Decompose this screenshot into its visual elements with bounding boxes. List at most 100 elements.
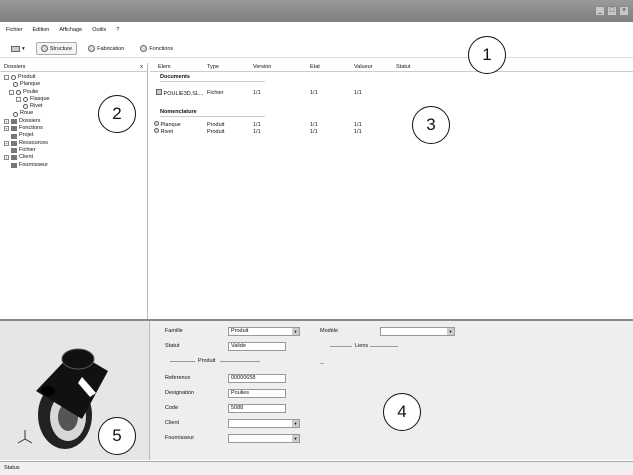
tree-item[interactable]: Projet <box>4 132 147 139</box>
expand-icon[interactable]: + <box>4 126 9 132</box>
fabrication-button[interactable]: Fabrication <box>83 42 129 55</box>
document-icon <box>156 88 162 95</box>
menu-help[interactable]: ? <box>116 27 119 33</box>
fabrication-label: Fabrication <box>97 45 125 52</box>
table-cell: 1/1 <box>253 128 261 135</box>
table-cell: 1/1 <box>253 121 261 128</box>
table-row[interactable]: POULIE3D.SL... Fichier 1/1 1/1 1/1 <box>150 88 633 97</box>
structure-button[interactable]: Structure <box>35 42 78 55</box>
menu-edition[interactable]: Edition <box>33 27 50 33</box>
tree-label: Flasque <box>30 95 50 102</box>
close-button[interactable]: × <box>619 6 629 16</box>
menu-fichier[interactable]: Fichier <box>6 27 23 33</box>
part-icon <box>23 97 28 103</box>
tree-label: Poulie <box>23 88 39 95</box>
tree-item[interactable]: Fichier <box>4 147 147 154</box>
window-controls: _ □ × <box>595 6 629 16</box>
close-pane-icon[interactable]: x <box>140 64 143 70</box>
designation-field[interactable]: Poulies <box>228 389 286 398</box>
axis-triad-icon <box>17 430 33 444</box>
collapse-icon[interactable]: - <box>9 89 14 95</box>
tree-item[interactable]: + Ressources <box>4 140 147 147</box>
expand-icon[interactable]: + <box>4 140 9 146</box>
callout-marker: 1 <box>468 36 506 74</box>
table-cell: Rivet <box>150 128 207 135</box>
tree-item[interactable]: Planque <box>4 81 147 88</box>
tree-label: Produit <box>18 74 36 80</box>
title-bar: _ □ × <box>0 0 633 22</box>
chevron-down-icon: ▼ <box>292 328 299 335</box>
cell-text: POULIE3D.SL... <box>163 90 204 97</box>
callout-marker: 2 <box>98 95 136 133</box>
modele-select[interactable]: ▼ <box>380 327 455 336</box>
folder-icon <box>11 133 17 139</box>
reference-field[interactable]: 00000658 <box>228 374 286 383</box>
folder-icon <box>11 126 17 132</box>
tree-header: Dossiers x <box>0 63 147 72</box>
table-cell: 1/1 <box>310 89 318 96</box>
structure-icon <box>40 45 48 52</box>
table-cell: Produit <box>207 121 225 128</box>
fournisseur-label: Fournisseur <box>165 435 195 441</box>
part-icon <box>154 121 159 126</box>
tree-header-label: Dossiers <box>4 64 26 70</box>
callout-marker: 4 <box>383 393 421 431</box>
table-cell: POULIE3D.SL... <box>150 88 207 97</box>
table-cell: Planque <box>150 121 207 128</box>
tree-item[interactable]: - Poulie <box>4 89 147 96</box>
product-icon <box>11 75 16 81</box>
column-header[interactable]: Type <box>207 64 253 70</box>
fournisseur-select[interactable]: ▼ <box>228 434 300 443</box>
callout-marker: 5 <box>98 417 136 455</box>
chevron-down-icon: ▼ <box>292 420 299 427</box>
expand-icon[interactable]: + <box>4 155 9 161</box>
cell-text: Rivet <box>160 129 174 135</box>
maximize-button[interactable]: □ <box>607 6 617 16</box>
chevron-down-icon: ▼ <box>292 435 299 442</box>
table-cell: 1/1 <box>310 128 318 135</box>
fabrication-icon <box>88 45 96 52</box>
produit-section-label: Produit <box>198 358 216 364</box>
menu-bar: Fichier Edition Affichage Outils ? <box>0 24 633 36</box>
code-field[interactable]: 5088 <box>228 404 286 413</box>
tree-label: Fournisseur <box>19 161 49 168</box>
tree-item[interactable]: + Client <box>4 154 147 161</box>
collapse-icon[interactable]: - <box>4 75 9 81</box>
table-row[interactable]: Planque Produit 1/1 1/1 1/1 <box>150 121 633 128</box>
table-row[interactable]: Rivet Produit 1/1 1/1 1/1 <box>150 128 633 135</box>
tree-label: Rivet <box>30 103 43 110</box>
folder-icon <box>11 140 17 146</box>
tree-item[interactable]: Fournisseur <box>4 162 147 169</box>
structure-label: Structure <box>49 45 73 52</box>
part-icon <box>154 128 159 133</box>
document-list-pane: Elem Type Version Etat Valueur Statut Do… <box>150 63 633 319</box>
menu-affichage[interactable]: Affichage <box>59 27 82 33</box>
column-header[interactable]: Etat <box>310 64 354 70</box>
column-header[interactable]: Valueur <box>354 64 396 70</box>
column-header[interactable]: Statut <box>396 64 456 70</box>
statut-field[interactable]: Valide <box>228 342 286 351</box>
menu-outils[interactable]: Outils <box>92 27 106 33</box>
column-header[interactable]: Elem <box>150 64 207 70</box>
properties-pane: Famille Produit ▼ Statut Valide Produit R… <box>150 321 633 460</box>
collapse-icon[interactable]: - <box>16 97 21 103</box>
table-cell: Produit <box>207 128 225 135</box>
status-bar: Status <box>0 461 633 475</box>
fonctions-button[interactable]: Fonctions <box>135 42 178 55</box>
tree-label: Fonctions <box>19 125 43 132</box>
table-cell: 1/1 <box>310 121 318 128</box>
famille-select[interactable]: Produit ▼ <box>228 327 300 336</box>
folder-icon <box>11 118 17 124</box>
minimize-button[interactable]: _ <box>595 6 605 16</box>
tree-label: Projet <box>19 132 34 139</box>
table-cell: 1/1 <box>354 128 362 135</box>
designation-label: Designation <box>165 390 195 396</box>
client-select[interactable]: ▼ <box>228 419 300 428</box>
expand-icon[interactable]: + <box>4 118 9 124</box>
fonctions-label: Fonctions <box>149 45 174 52</box>
view-dropdown-button[interactable]: ▾ <box>6 42 30 55</box>
folder-icon <box>11 155 17 161</box>
tree-item[interactable]: - Produit <box>4 74 147 81</box>
column-header[interactable]: Version <box>253 64 310 70</box>
modele-label: Modèle <box>320 328 339 334</box>
